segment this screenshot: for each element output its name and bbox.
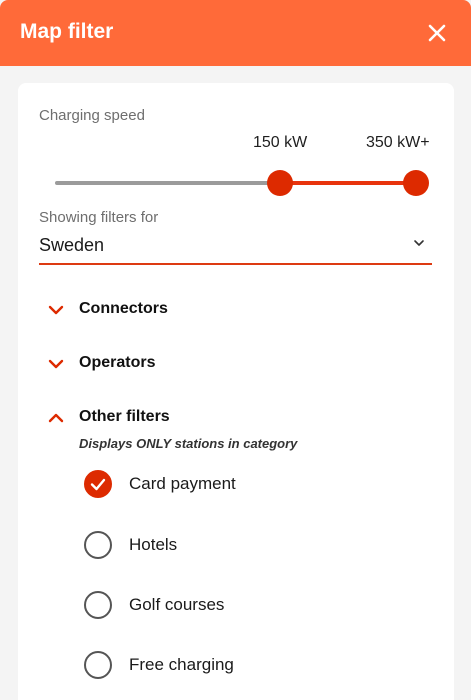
page-title: Map filter xyxy=(20,20,114,43)
close-icon xyxy=(428,24,446,42)
close-button[interactable] xyxy=(421,17,453,49)
other-filters-note: Displays ONLY stations in category xyxy=(79,436,298,451)
slider-max-handle[interactable] xyxy=(403,170,429,196)
option-label: Free charging xyxy=(129,655,234,674)
section-label: Operators xyxy=(79,354,156,371)
checkbox[interactable] xyxy=(84,470,112,498)
filter-option-golf-courses[interactable]: Golf courses xyxy=(84,591,384,621)
check-icon xyxy=(90,478,106,491)
option-label: Golf courses xyxy=(129,595,225,614)
filter-option-hotels[interactable]: Hotels xyxy=(84,531,384,561)
filter-option-free-charging[interactable]: Free charging xyxy=(84,651,384,681)
section-label: Connectors xyxy=(79,300,168,317)
chevron-down-icon xyxy=(414,240,424,246)
slider-track-active xyxy=(280,181,416,185)
country-label: Showing filters for xyxy=(39,209,159,226)
speed-max-value: 350 kW+ xyxy=(366,134,430,151)
speed-min-value: 150 kW xyxy=(253,134,308,151)
checkbox[interactable] xyxy=(84,531,112,559)
checkbox[interactable] xyxy=(84,591,112,619)
charging-speed-slider[interactable] xyxy=(55,170,429,196)
section-label: Other filters xyxy=(79,408,170,425)
filter-panel: Charging speed 150 kW 350 kW+ Showing fi… xyxy=(18,83,454,700)
chevron-up-icon xyxy=(48,413,64,423)
country-value: Sweden xyxy=(39,235,105,255)
filter-option-card-payment[interactable]: Card payment xyxy=(84,470,384,500)
charging-speed-label: Charging speed xyxy=(39,107,145,124)
chevron-down-icon xyxy=(48,359,64,369)
checkbox[interactable] xyxy=(84,651,112,679)
slider-track-inactive xyxy=(55,181,280,185)
chevron-down-icon xyxy=(48,305,64,315)
header: Map filter xyxy=(0,0,471,66)
option-label: Card payment xyxy=(129,474,236,493)
option-label: Hotels xyxy=(129,535,178,554)
country-select[interactable]: Sweden xyxy=(39,231,432,265)
slider-min-handle[interactable] xyxy=(267,170,293,196)
